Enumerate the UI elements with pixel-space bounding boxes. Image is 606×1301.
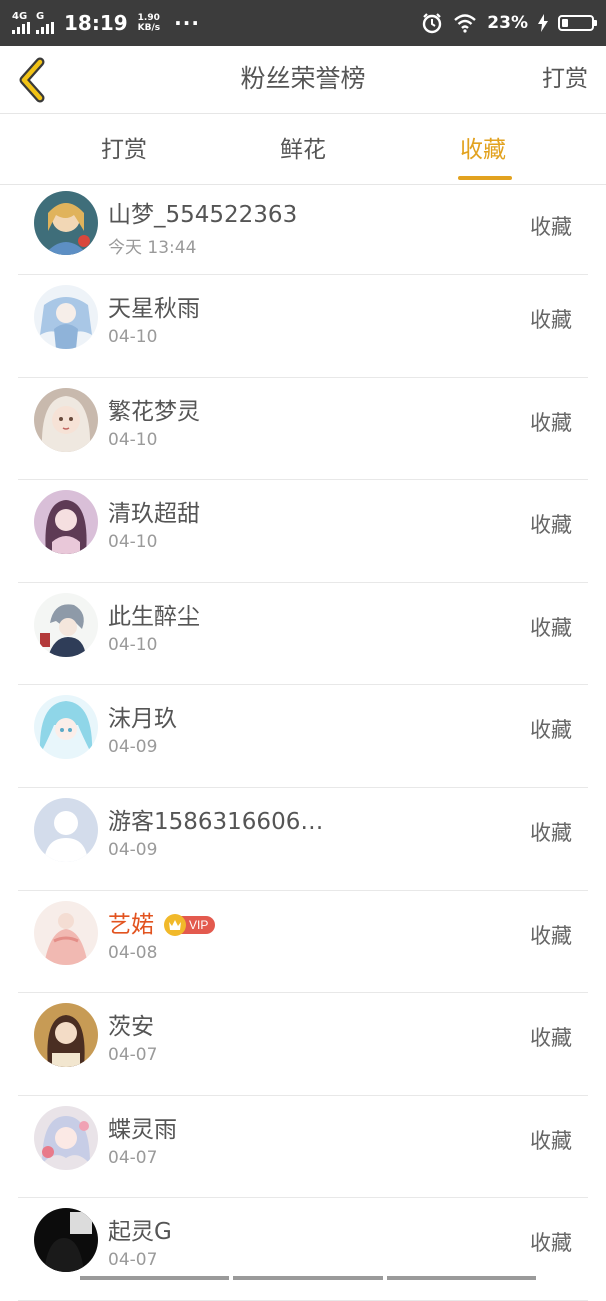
- charging-icon: [538, 14, 548, 32]
- user-date: 04-10: [108, 327, 158, 347]
- avatar[interactable]: [34, 490, 98, 555]
- user-name: 天星秋雨: [108, 296, 200, 322]
- clock: 18:19: [64, 11, 128, 35]
- favorite-label: 收藏: [530, 1026, 572, 1051]
- user-name: 游客1586316606…: [108, 808, 324, 835]
- user-date: 04-10: [108, 634, 158, 655]
- user-date: 04-07: [108, 1147, 158, 1168]
- network-label-1: 4G: [12, 11, 28, 22]
- list-item[interactable]: 茨安 04-07 收藏: [0, 993, 606, 1096]
- list-item[interactable]: 蝶灵雨 04-07 收藏: [0, 1096, 606, 1199]
- favorite-label: 收藏: [530, 308, 572, 332]
- page-title: 粉丝荣誉榜: [240, 64, 366, 93]
- status-bar: 4G G 18:19 1.90 KB/s ··· 23%: [0, 0, 606, 46]
- signal-icon: [36, 22, 54, 34]
- favorite-label: 收藏: [530, 718, 572, 743]
- tab-bar: 打赏 鲜花 收藏: [0, 114, 606, 185]
- user-date: 04-10: [108, 532, 158, 553]
- speed-unit: KB/s: [137, 23, 161, 33]
- user-date: 04-07: [108, 1250, 158, 1271]
- avatar[interactable]: [34, 592, 98, 657]
- favorite-label: 收藏: [530, 1128, 572, 1153]
- favorite-label: 收藏: [530, 410, 572, 435]
- user-date: 今天 13:44: [108, 238, 197, 258]
- avatar[interactable]: [34, 1003, 98, 1068]
- status-bar-left: 4G G 18:19 1.90 KB/s ···: [12, 11, 200, 35]
- list-item[interactable]: 此生醉尘 04-10 收藏: [0, 583, 606, 686]
- default-avatar-icon[interactable]: [34, 797, 98, 862]
- favorite-label: 收藏: [530, 1231, 572, 1256]
- wifi-icon: [454, 14, 477, 33]
- scroll-indicator: [80, 1276, 536, 1280]
- user-name: 繁花梦灵: [108, 398, 200, 425]
- user-date: 04-09: [108, 737, 158, 758]
- tab-label: 鲜花: [280, 137, 326, 163]
- avatar[interactable]: [34, 285, 98, 349]
- active-tab-indicator: [458, 176, 512, 180]
- signal-icon: [12, 22, 30, 34]
- list-item[interactable]: 天星秋雨 04-10 收藏: [0, 275, 606, 378]
- avatar[interactable]: [34, 900, 98, 965]
- tab-label: 打赏: [101, 137, 147, 163]
- user-name: 清玖超甜: [108, 501, 200, 528]
- avatar[interactable]: [34, 191, 98, 255]
- avatar[interactable]: [34, 387, 98, 452]
- list-item[interactable]: 起灵G 04-07 收藏: [0, 1198, 606, 1301]
- user-name: 艺婼: [108, 911, 154, 938]
- list-item[interactable]: 清玖超甜 04-10 收藏: [0, 480, 606, 583]
- more-notifications: ···: [174, 11, 200, 35]
- user-date: 04-07: [108, 1045, 158, 1066]
- user-name: 沫月玖: [108, 706, 177, 733]
- user-date: 04-08: [108, 942, 158, 963]
- list-item[interactable]: 游客1586316606… 04-09 收藏: [0, 788, 606, 891]
- signal-4g: 4G: [12, 12, 30, 34]
- user-name: 此生醉尘: [108, 603, 200, 630]
- signal-g: G: [36, 12, 54, 34]
- tab-flowers[interactable]: 鲜花: [243, 114, 363, 184]
- user-name: 茨安: [108, 1014, 154, 1041]
- tab-label: 收藏: [460, 137, 506, 163]
- network-label-2: G: [36, 11, 45, 22]
- reward-button[interactable]: 打赏: [542, 46, 588, 112]
- alarm-icon: [423, 13, 442, 34]
- list-item[interactable]: 山梦_554522363 今天 13:44 收藏: [0, 185, 606, 275]
- user-name: 起灵G: [108, 1219, 172, 1246]
- crown-icon: [164, 913, 186, 936]
- favorite-label: 收藏: [530, 615, 572, 640]
- app-header: 粉丝荣誉榜 打赏: [0, 46, 606, 114]
- battery-icon: [558, 15, 597, 31]
- user-name: 山梦_554522363: [108, 202, 298, 228]
- favorite-label: 收藏: [530, 513, 572, 538]
- speed-value: 1.90: [137, 13, 160, 23]
- user-date: 04-09: [108, 839, 158, 860]
- fan-list: 山梦_554522363 今天 13:44 收藏 天星秋雨 04-10 收藏 繁…: [0, 185, 606, 1301]
- avatar[interactable]: [34, 1105, 98, 1170]
- vip-badge: VIP: [164, 913, 216, 936]
- list-item[interactable]: 沫月玖 04-09 收藏: [0, 685, 606, 788]
- tab-reward[interactable]: 打赏: [64, 114, 184, 184]
- tab-favorites[interactable]: 收藏: [423, 114, 543, 184]
- avatar[interactable]: [34, 1208, 98, 1273]
- network-speed: 1.90 KB/s: [138, 13, 160, 33]
- avatar[interactable]: [34, 695, 98, 760]
- list-item[interactable]: 繁花梦灵 04-10 收藏: [0, 378, 606, 481]
- status-bar-right: 23%: [421, 12, 597, 34]
- favorite-label: 收藏: [530, 215, 572, 239]
- favorite-label: 收藏: [530, 923, 572, 948]
- user-date: 04-10: [108, 429, 158, 450]
- list-item[interactable]: 艺婼 VIP 04-08 收藏: [0, 891, 606, 994]
- favorite-label: 收藏: [530, 820, 572, 845]
- battery-percent: 23%: [487, 13, 528, 33]
- user-name: 蝶灵雨: [108, 1116, 177, 1143]
